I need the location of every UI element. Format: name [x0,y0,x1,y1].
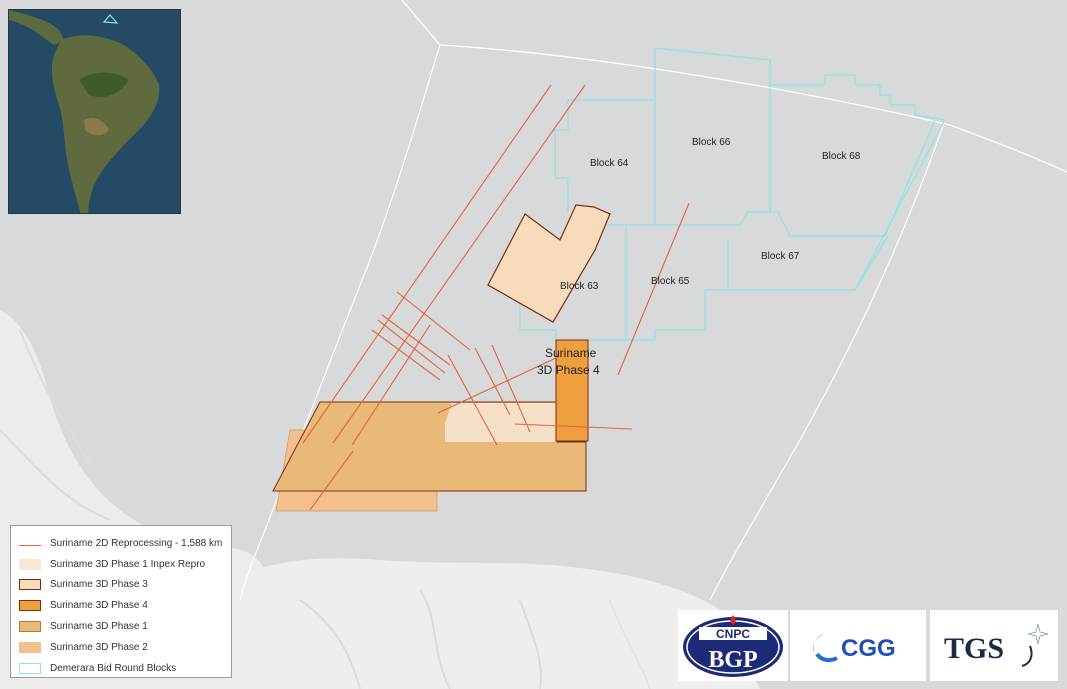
legend-fill-symbol [19,641,41,653]
legend-item-2d-reprocessing: Suriname 2D Reprocessing - 1,588 km [19,533,231,554]
legend-item-3d-phase-1: Suriname 3D Phase 1 [19,616,231,637]
map-legend: Suriname 2D Reprocessing - 1,588 km Suri… [10,525,232,678]
logo-cnpc-bgp: CNPC BGP [678,610,788,681]
star-icon [1027,623,1049,644]
logo-cgg: CGG [790,610,926,681]
legend-item-3d-phase-1-inpex: Suriname 3D Phase 1 Inpex Repro [19,554,231,575]
legend-fill-symbol [19,579,41,591]
logo-cgg-text: CGG [841,635,896,662]
legend-label: Suriname 2D Reprocessing - 1,588 km [50,537,223,549]
block-64-label: Block 64 [590,158,629,169]
location-inset-map [8,9,181,214]
legend-fill-symbol [19,621,41,633]
legend-fill-symbol [19,600,41,612]
legend-label: Suriname 3D Phase 1 [50,621,148,633]
legend-label: Suriname 3D Phase 1 Inpex Repro [50,558,206,570]
logo-tgs-text: TGS [944,632,1004,665]
legend-fill-symbol [19,558,41,570]
legend-line-symbol [19,540,41,547]
legend-item-3d-phase-4: Suriname 3D Phase 4 [19,595,231,616]
logo-tgs: TGS [930,610,1058,681]
legend-item-demerara-blocks: Demerara Bid Round Blocks [19,658,231,679]
survey-phase-4-label-line1: Suriname [545,346,597,360]
survey-3d-phase-1-inpex [445,403,562,442]
block-68-label: Block 68 [822,151,861,162]
logo-cnpc-text: CNPC [716,627,750,641]
logo-bgp-text: BGP [708,647,757,673]
survey-phase-4-label-line2: 3D Phase 4 [537,363,600,377]
legend-label: Suriname 3D Phase 3 [50,579,148,591]
legend-outline-symbol [19,662,41,674]
block-65-label: Block 65 [651,276,690,287]
block-66-label: Block 66 [692,137,731,148]
legend-label: Suriname 3D Phase 4 [50,600,148,612]
legend-label: Suriname 3D Phase 2 [50,641,148,653]
block-67-label: Block 67 [761,251,800,262]
legend-item-3d-phase-2: Suriname 3D Phase 2 [19,637,231,658]
block-63-label: Block 63 [560,281,599,292]
legend-item-3d-phase-3: Suriname 3D Phase 3 [19,575,231,596]
legend-label: Demerara Bid Round Blocks [50,662,177,674]
